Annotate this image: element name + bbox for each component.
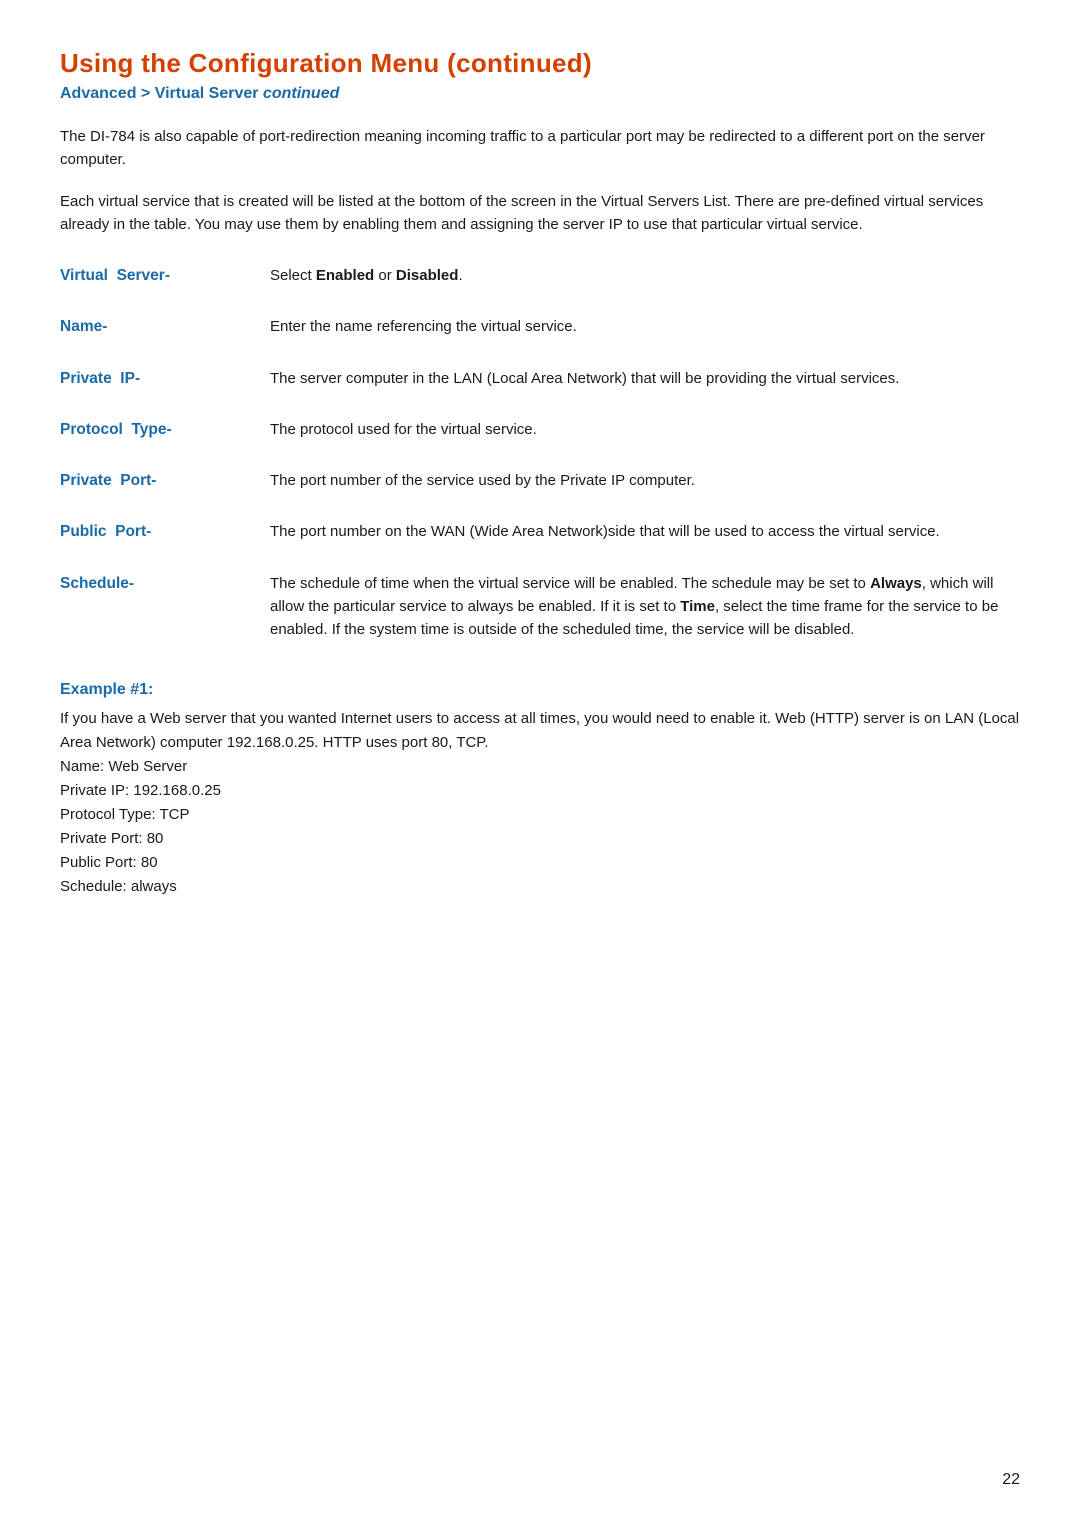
page-container: Using the Configuration Menu (continued)…	[0, 0, 1080, 959]
definition-row-private-port: Private Port- The port number of the ser…	[60, 459, 1020, 502]
term-virtual-server: Virtual Server-	[60, 264, 270, 287]
desc-private-port: The port number of the service used by t…	[270, 469, 1020, 492]
breadcrumb-italic: continued	[263, 85, 339, 102]
intro-paragraph-1: The DI-784 is also capable of port-redir…	[60, 125, 1020, 172]
term-private-ip: Private IP-	[60, 367, 270, 390]
intro-paragraph-2: Each virtual service that is created wil…	[60, 190, 1020, 237]
definition-row-name: Name- Enter the name referencing the vir…	[60, 305, 1020, 348]
page-title: Using the Configuration Menu (continued)	[60, 48, 1020, 79]
definition-row-virtual-server: Virtual Server- Select Enabled or Disabl…	[60, 254, 1020, 297]
definition-row-schedule: Schedule- The schedule of time when the …	[60, 562, 1020, 652]
desc-virtual-server: Select Enabled or Disabled.	[270, 264, 1020, 287]
example-text: If you have a Web server that you wanted…	[60, 707, 1020, 899]
desc-protocol-type: The protocol used for the virtual servic…	[270, 418, 1020, 441]
term-private-port: Private Port-	[60, 469, 270, 492]
definition-row-protocol-type: Protocol Type- The protocol used for the…	[60, 408, 1020, 451]
breadcrumb: Advanced > Virtual Server continued	[60, 85, 1020, 103]
page-number: 22	[1002, 1471, 1020, 1489]
example-section: Example #1: If you have a Web server tha…	[60, 681, 1020, 899]
definition-row-private-ip: Private IP- The server computer in the L…	[60, 357, 1020, 400]
term-schedule: Schedule-	[60, 572, 270, 595]
desc-name: Enter the name referencing the virtual s…	[270, 315, 1020, 338]
term-protocol-type: Protocol Type-	[60, 418, 270, 441]
desc-schedule: The schedule of time when the virtual se…	[270, 572, 1020, 642]
desc-public-port: The port number on the WAN (Wide Area Ne…	[270, 520, 1020, 543]
example-title: Example #1:	[60, 681, 1020, 699]
definition-row-public-port: Public Port- The port number on the WAN …	[60, 510, 1020, 553]
breadcrumb-text: Advanced > Virtual Server	[60, 85, 263, 102]
term-name: Name-	[60, 315, 270, 338]
definition-table: Virtual Server- Select Enabled or Disabl…	[60, 254, 1020, 651]
desc-private-ip: The server computer in the LAN (Local Ar…	[270, 367, 1020, 390]
term-public-port: Public Port-	[60, 520, 270, 543]
